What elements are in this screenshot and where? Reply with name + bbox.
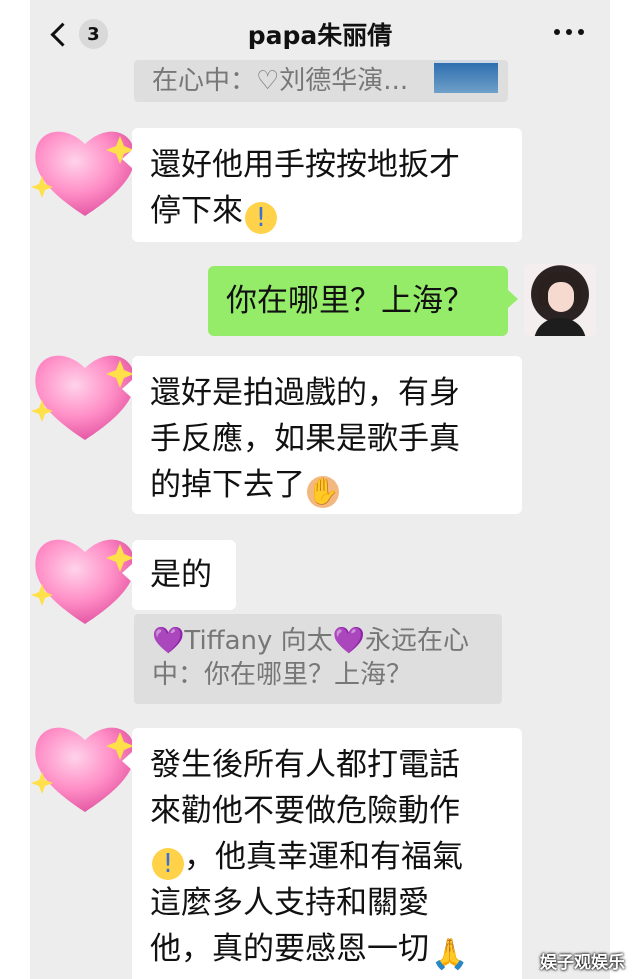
- sparkling-heart-avatar[interactable]: [30, 120, 140, 224]
- quoted-video-thumbnail[interactable]: [434, 60, 498, 93]
- my-avatar[interactable]: [524, 264, 596, 336]
- message-text: 是的: [150, 557, 212, 593]
- message-text: 的掉下去了: [150, 467, 305, 503]
- message-text: ，他真幸運和有福氣: [184, 839, 463, 875]
- chat-header: 3 papa朱丽倩: [30, 0, 610, 66]
- message-text: 你在哪里？上海？: [226, 283, 474, 319]
- more-options-button[interactable]: [554, 22, 584, 42]
- folded-hands-emoji: 🙏: [431, 937, 469, 972]
- message-text: 來勸他不要做危險動作: [150, 793, 460, 829]
- chat-window: 3 papa朱丽倩 在心中：♡刘德华演... 還好他用手按按地扳才 停下來! 你…: [30, 0, 610, 979]
- anxious-face-sweat-emoji: !: [245, 202, 277, 234]
- quoted-message[interactable]: 💜Tiffany 向太💜永远在心 中：你在哪里？上海？: [134, 614, 502, 704]
- quoted-message-text: 在心中：♡刘德华演...: [152, 66, 409, 96]
- more-dots-icon: [554, 29, 560, 35]
- person-facepalming-emoji: ✋: [307, 476, 340, 508]
- message-bubble-received[interactable]: 還好他用手按按地扳才 停下來!: [132, 128, 522, 242]
- message-bubble-received[interactable]: 是的: [132, 540, 236, 610]
- message-bubble-received[interactable]: 還好是拍過戲的，有身 手反應，如果是歌手真 的掉下去了✋: [132, 356, 522, 514]
- chat-title: papa朱丽倩: [247, 21, 393, 50]
- quoted-message-text: 💜Tiffany 向太💜永远在心: [152, 626, 470, 656]
- message-text: 停下來: [150, 193, 243, 229]
- quoted-message-text: 中：你在哪里？上海？: [152, 660, 413, 690]
- message-text: 他，真的要感恩一切: [150, 931, 429, 967]
- anxious-face-sweat-emoji: !: [152, 848, 184, 880]
- message-bubble-received[interactable]: 發生後所有人都打電話 來勸他不要做危險動作 ! ，他真幸運和有福氣 這麼多人支持和…: [132, 728, 522, 979]
- message-bubble-sent[interactable]: 你在哪里？上海？: [208, 266, 508, 336]
- message-text: 手反應，如果是歌手真: [150, 421, 460, 457]
- message-text: 發生後所有人都打電話: [150, 747, 460, 783]
- message-text: 這麼多人支持和關愛: [150, 885, 429, 921]
- source-watermark: 娱子观娱乐: [540, 953, 625, 973]
- message-text: 還好是拍過戲的，有身: [150, 375, 460, 411]
- message-text: 還好他用手按按地扳才: [150, 147, 460, 183]
- quoted-message[interactable]: 在心中：♡刘德华演...: [134, 60, 508, 102]
